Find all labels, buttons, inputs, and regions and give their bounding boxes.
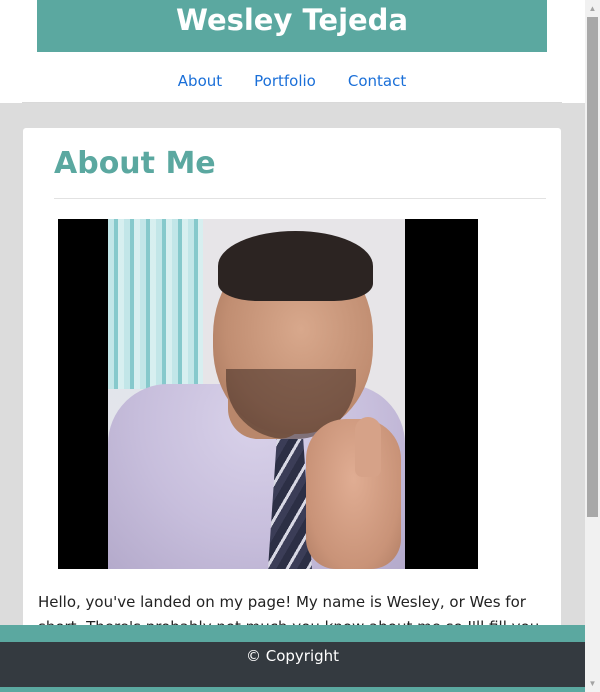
copyright-text: © Copyright [245, 646, 340, 665]
site-footer: © Copyright [0, 642, 585, 687]
site-title: Wesley Tejeda [175, 3, 409, 37]
hair [218, 231, 373, 301]
profile-photo-image [108, 219, 405, 569]
vertical-scrollbar[interactable]: ▲ ▼ [585, 0, 600, 692]
nav-link-portfolio[interactable]: Portfolio [254, 60, 316, 102]
page-viewport: Wesley Tejeda About Portfolio Contact Ab… [0, 0, 585, 692]
heading-divider [54, 198, 546, 199]
footer-bottom-line [0, 687, 585, 692]
nav-link-about[interactable]: About [178, 60, 222, 102]
site-header: Wesley Tejeda [37, 0, 547, 52]
scroll-up-arrow-icon[interactable]: ▲ [585, 0, 600, 17]
thumbs-up-hand [306, 419, 401, 569]
scroll-down-arrow-icon[interactable]: ▼ [585, 675, 600, 692]
footer-accent-bar [0, 625, 585, 642]
main-nav: About Portfolio Contact [22, 60, 562, 103]
about-heading: About Me [54, 146, 216, 181]
scrollbar-thumb[interactable] [587, 17, 598, 517]
curtain-backdrop [108, 219, 203, 389]
nav-link-contact[interactable]: Contact [348, 60, 406, 102]
profile-photo [58, 219, 478, 569]
about-card: About Me Hello, you've landed on my page… [23, 128, 561, 688]
